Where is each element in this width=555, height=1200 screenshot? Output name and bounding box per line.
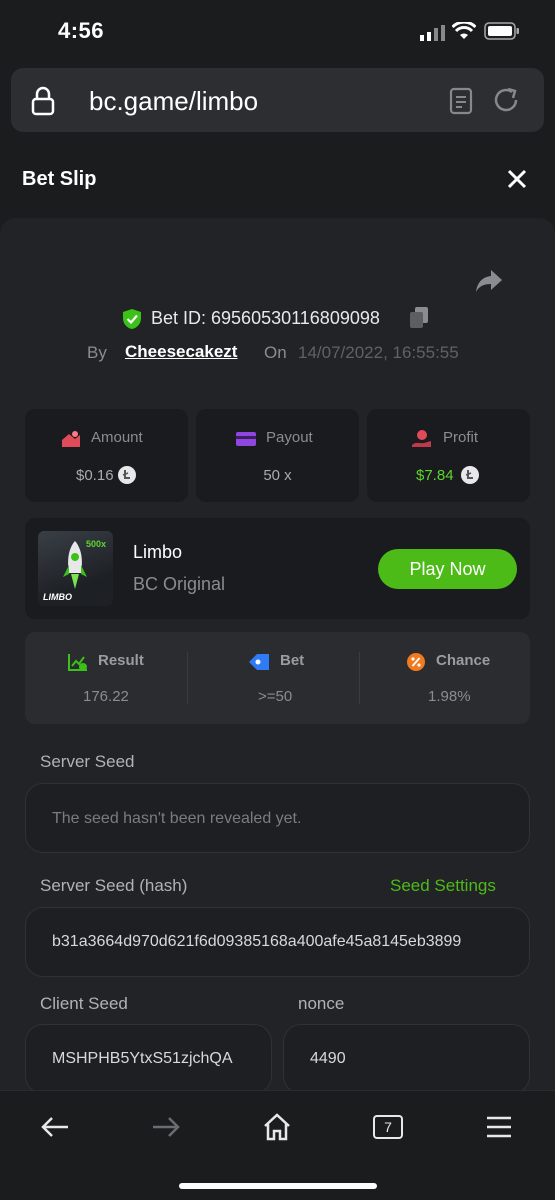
profit-icon	[411, 429, 433, 454]
server-seed-hash-field[interactable]: b31a3664d970d621f6d09385168a400afe45a814…	[25, 907, 530, 977]
by-label: By	[87, 343, 107, 362]
battery-icon	[484, 22, 520, 45]
share-icon[interactable]	[475, 268, 503, 299]
copy-icon[interactable]	[408, 306, 430, 335]
browser-toolbar: 7	[0, 1090, 555, 1200]
forward-arrow-icon	[153, 1117, 180, 1137]
amount-icon	[61, 430, 81, 453]
chance-value: 1.98%	[428, 688, 471, 705]
lock-icon	[31, 86, 55, 121]
result-card: Result 176.22 Bet >=50 Chance 1.98%	[25, 632, 530, 724]
bet-id-text: Bet ID: 69560530116809098	[151, 308, 380, 328]
server-seed-hash-label: Server Seed (hash)	[40, 876, 188, 895]
profit-value: $7.84	[416, 467, 454, 484]
url-text[interactable]: bc.game/limbo	[89, 86, 258, 117]
cellular-signal-icon	[420, 25, 446, 46]
litecoin-icon	[117, 465, 137, 490]
on-label: On	[264, 343, 287, 362]
bet-label: Bet	[280, 652, 305, 669]
chance-label: Chance	[436, 652, 491, 669]
payout-label: Payout	[266, 429, 313, 446]
reload-icon[interactable]	[491, 85, 521, 120]
reader-mode-icon[interactable]	[449, 87, 473, 120]
amount-card: Amount $0.16	[25, 409, 188, 502]
bet-value: >=50	[258, 688, 293, 705]
payout-card: Payout 50 x	[196, 409, 359, 502]
tabs-icon: 7	[373, 1115, 403, 1139]
page-title: Bet Slip	[22, 168, 97, 190]
client-seed-value: MSHPHB5YtxS51zjchQA	[52, 1050, 233, 1067]
wifi-icon	[451, 20, 477, 45]
play-now-button[interactable]: Play Now	[378, 549, 517, 589]
bet-tag-icon	[247, 652, 271, 677]
server-seed-value: The seed hasn't been revealed yet.	[52, 810, 302, 827]
tabs-button[interactable]: 7	[363, 1107, 413, 1147]
menu-icon	[487, 1116, 511, 1138]
client-seed-field[interactable]: MSHPHB5YtxS51zjchQA	[25, 1024, 272, 1094]
username-link[interactable]: Cheesecakezt	[125, 342, 237, 362]
payout-value: 50 x	[263, 467, 292, 484]
bet-slip-header: Bet Slip	[0, 140, 555, 220]
verified-shield-icon	[122, 308, 142, 335]
percent-icon	[406, 652, 426, 677]
rocket-icon	[60, 539, 90, 596]
address-bar[interactable]: bc.game/limbo	[11, 68, 544, 132]
game-name: Limbo	[133, 542, 183, 562]
nonce-value: 4490	[310, 1050, 346, 1067]
profit-card: Profit $7.84	[367, 409, 530, 502]
back-arrow-icon	[41, 1117, 68, 1137]
seed-settings-link[interactable]: Seed Settings	[390, 876, 496, 896]
home-indicator	[179, 1183, 377, 1189]
nonce-label: nonce	[298, 994, 345, 1013]
bet-datetime: 14/07/2022, 16:55:55	[298, 343, 459, 362]
menu-button[interactable]	[474, 1107, 524, 1147]
home-button[interactable]	[252, 1107, 302, 1147]
home-icon	[264, 1113, 290, 1141]
status-bar: 4:56	[0, 0, 555, 62]
divider	[359, 652, 360, 704]
back-button[interactable]	[30, 1107, 80, 1147]
result-chart-icon	[67, 652, 89, 677]
bet-id-row: Bet ID: 69560530116809098	[0, 306, 555, 334]
result-value: 176.22	[83, 688, 129, 705]
bet-slip-panel: Bet ID: 69560530116809098 By Cheesecakez…	[0, 218, 555, 1094]
tab-count: 7	[384, 1119, 392, 1135]
divider	[187, 652, 188, 704]
server-seed-hash-value: b31a3664d970d621f6d09385168a400afe45a814…	[52, 933, 462, 950]
close-icon[interactable]	[506, 168, 528, 195]
profit-label: Profit	[443, 429, 479, 446]
status-time: 4:56	[58, 18, 105, 43]
game-thumbnail[interactable]: 500x LIMBO	[38, 531, 113, 606]
game-card: 500x LIMBO Limbo BC Original Play Now	[25, 518, 530, 619]
amount-value: $0.16	[76, 467, 114, 484]
play-now-label: Play Now	[409, 558, 486, 579]
payout-icon	[235, 431, 257, 452]
forward-button[interactable]	[141, 1107, 191, 1147]
client-seed-label: Client Seed	[40, 994, 128, 1013]
limbo-logo-text: LIMBO	[43, 592, 72, 602]
game-provider: BC Original	[133, 574, 226, 594]
litecoin-icon	[460, 465, 480, 490]
server-seed-label: Server Seed	[40, 752, 135, 771]
result-label: Result	[98, 652, 144, 669]
server-seed-field[interactable]: The seed hasn't been revealed yet.	[25, 783, 530, 853]
nonce-field[interactable]: 4490	[283, 1024, 530, 1094]
amount-label: Amount	[91, 429, 143, 446]
bet-meta-row: By Cheesecakezt On 14/07/2022, 16:55:55	[0, 340, 555, 366]
